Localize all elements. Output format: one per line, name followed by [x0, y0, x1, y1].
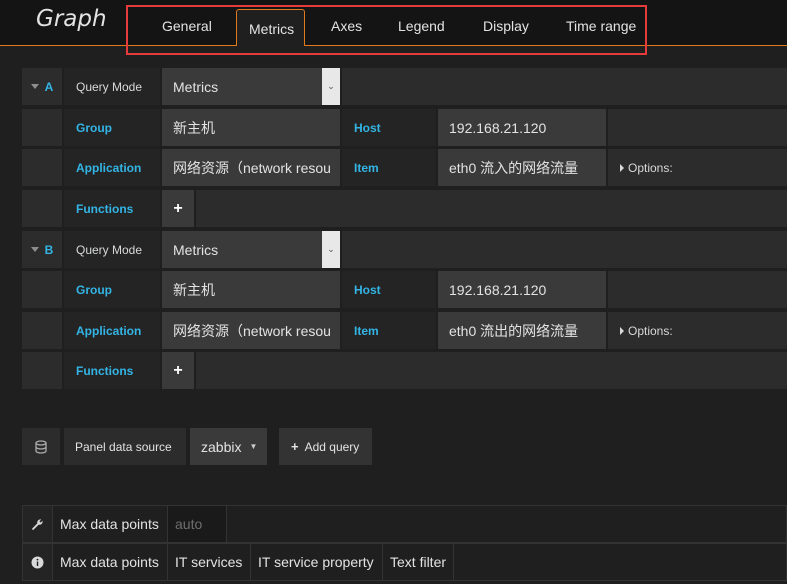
query-options-bar: Max data points auto	[22, 505, 787, 543]
row-filler	[196, 352, 787, 389]
functions-label: Functions	[64, 190, 160, 227]
datasource-select[interactable]: zabbix ▼	[190, 428, 267, 465]
row-indent	[22, 312, 62, 349]
panel-title: Graph	[36, 6, 107, 32]
row-filler	[342, 68, 787, 105]
tab-metrics[interactable]: Metrics	[236, 9, 306, 46]
caret-right-icon	[620, 163, 624, 172]
options-toggle[interactable]: Options:	[608, 312, 787, 349]
max-data-points-input[interactable]: auto	[168, 506, 227, 542]
query-mode-select[interactable]: Metrics	[162, 68, 322, 105]
row-filler	[342, 231, 787, 268]
help-text-filter[interactable]: Text filter	[383, 544, 454, 580]
row-indent	[22, 271, 62, 308]
row-indent	[22, 149, 62, 186]
query-mode-label: Query Mode	[64, 68, 160, 105]
plus-icon: +	[291, 439, 299, 454]
row-indent	[22, 109, 62, 146]
application-input[interactable]: 网络资源（network resou	[162, 312, 340, 349]
database-icon	[22, 428, 60, 465]
info-icon[interactable]	[23, 544, 53, 580]
options-toggle[interactable]: Options:	[608, 149, 787, 186]
query-mode-label: Query Mode	[64, 231, 160, 268]
row-indent	[22, 352, 62, 389]
row-filler	[608, 109, 787, 146]
query-a-toggle[interactable]: A	[22, 68, 62, 105]
tab-axes[interactable]: Axes	[331, 18, 362, 34]
caret-right-icon	[620, 326, 624, 335]
tab-display[interactable]: Display	[483, 18, 529, 34]
query-b-toggle[interactable]: B	[22, 231, 62, 268]
panel-data-source-label: Panel data source	[64, 428, 186, 465]
group-input[interactable]: 新主机	[162, 109, 340, 146]
add-function-button[interactable]: +	[162, 352, 194, 389]
query-mode-select[interactable]: Metrics	[162, 231, 322, 268]
caret-down-icon	[30, 247, 39, 252]
tab-legend[interactable]: Legend	[398, 18, 445, 34]
help-it-services[interactable]: IT services	[168, 544, 251, 580]
application-label: Application	[64, 149, 160, 186]
row-indent	[22, 190, 62, 227]
row-filler	[608, 271, 787, 308]
help-options-bar: Max data points IT services IT service p…	[22, 543, 787, 581]
help-it-service-property[interactable]: IT service property	[251, 544, 383, 580]
help-max-data-points[interactable]: Max data points	[53, 544, 168, 580]
group-label: Group	[64, 271, 160, 308]
chevron-down-icon[interactable]: ⌄	[322, 68, 340, 105]
host-label: Host	[342, 271, 436, 308]
wrench-icon	[23, 506, 53, 542]
item-input[interactable]: eth0 流入的网络流量	[438, 149, 606, 186]
tab-time-range[interactable]: Time range	[566, 18, 636, 34]
application-input[interactable]: 网络资源（network resou	[162, 149, 340, 186]
host-label: Host	[342, 109, 436, 146]
host-input[interactable]: 192.168.21.120	[438, 271, 606, 308]
item-label: Item	[342, 149, 436, 186]
row-filler	[196, 190, 787, 227]
add-query-button[interactable]: + Add query	[279, 428, 372, 465]
item-label: Item	[342, 312, 436, 349]
group-label: Group	[64, 109, 160, 146]
group-input[interactable]: 新主机	[162, 271, 340, 308]
add-function-button[interactable]: +	[162, 190, 194, 227]
functions-label: Functions	[64, 352, 160, 389]
chevron-down-icon[interactable]: ⌄	[322, 231, 340, 268]
host-input[interactable]: 192.168.21.120	[438, 109, 606, 146]
caret-down-icon: ▼	[249, 442, 258, 451]
item-input[interactable]: eth0 流出的网络流量	[438, 312, 606, 349]
tab-general[interactable]: General	[162, 18, 212, 34]
caret-down-icon	[30, 84, 39, 89]
max-data-points-label: Max data points	[53, 506, 168, 542]
application-label: Application	[64, 312, 160, 349]
